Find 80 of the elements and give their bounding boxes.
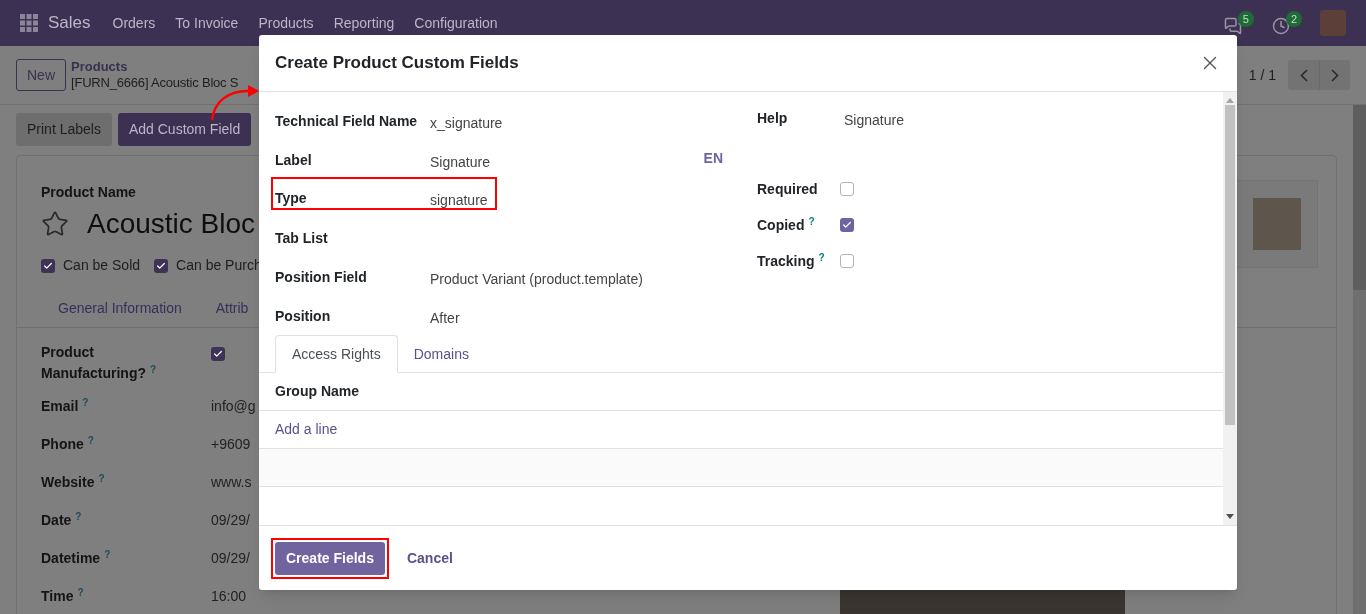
field-value[interactable]: After xyxy=(430,308,460,329)
create-fields-button[interactable]: Create Fields xyxy=(275,541,385,575)
field-value[interactable]: 16:00 xyxy=(211,586,247,614)
menu-item[interactable]: Products xyxy=(258,12,314,34)
field-label: Datetime $^{?}$ xyxy=(41,548,112,568)
dialog-title: Create Product Custom Fields xyxy=(275,52,519,75)
star-icon[interactable] xyxy=(41,210,69,238)
checkbox[interactable] xyxy=(840,218,854,232)
checkbox-label: Can be Sold xyxy=(63,256,141,275)
field-value[interactable]: www.s xyxy=(211,472,252,510)
checkmark-icon xyxy=(213,349,223,359)
field-label: Phone $^{?}$ xyxy=(41,434,95,454)
field-label: Website $^{?}$ xyxy=(41,472,106,492)
field-value[interactable]: 09/29/ xyxy=(211,548,250,586)
checkmark-icon xyxy=(156,260,167,271)
field-label: Type xyxy=(275,189,308,208)
field-value[interactable]: 09/29/ xyxy=(211,510,250,548)
checkbox[interactable] xyxy=(211,347,225,361)
field-value[interactable]: signature xyxy=(430,190,488,211)
menu-item[interactable]: Configuration xyxy=(414,12,498,34)
language-button[interactable]: EN xyxy=(703,148,723,169)
field-value[interactable]: x_signature xyxy=(430,113,503,134)
new-button[interactable]: New xyxy=(16,59,66,91)
checkbox[interactable] xyxy=(840,182,854,196)
field-label: Position xyxy=(275,307,332,326)
field-label: Tracking $^{?}$ xyxy=(757,250,826,271)
field-label: Date $^{?}$ xyxy=(41,510,83,530)
field-label: Email $^{?}$ xyxy=(41,396,90,416)
menu-item[interactable]: To Invoice xyxy=(175,12,239,34)
form-tab[interactable]: Attrib xyxy=(215,298,249,319)
cancel-button[interactable]: Cancel xyxy=(402,541,457,575)
message-count-badge: 5 xyxy=(1237,11,1254,27)
menu-item[interactable]: Orders xyxy=(112,12,156,34)
field-value[interactable]: Signature xyxy=(430,152,490,173)
product-name: Acoustic Bloc xyxy=(87,207,256,241)
chevron-left-icon xyxy=(1299,68,1308,82)
field-value[interactable]: info@g xyxy=(211,396,256,434)
checkbox[interactable] xyxy=(840,254,854,268)
field-label: Required xyxy=(757,179,819,199)
chat-icon[interactable] xyxy=(1223,17,1242,35)
breadcrumb-current: [FURN_6666] Acoustic Bloc S xyxy=(71,75,239,91)
action-button[interactable]: Print Labels xyxy=(16,113,112,146)
field-value[interactable]: +9609 xyxy=(211,434,251,472)
field-label: Position Field xyxy=(275,268,368,287)
field-label: Help xyxy=(757,109,789,128)
checkmark-icon xyxy=(842,220,852,230)
tooltip-mark[interactable]: ? xyxy=(818,251,825,263)
previous-button[interactable] xyxy=(1288,60,1319,90)
field-label: Product Name xyxy=(41,184,136,200)
form-tab[interactable]: General Information xyxy=(58,298,182,319)
field-label: Tab List xyxy=(275,229,329,248)
checkbox[interactable] xyxy=(154,258,169,273)
checkbox[interactable] xyxy=(41,258,55,273)
dialog-scrollbar[interactable] xyxy=(1223,92,1237,525)
breadcrumb-link[interactable]: Products xyxy=(71,59,239,75)
field-label: Product Manufacturing? $^{?}$ xyxy=(41,343,158,383)
pager-text: 1 / 1 xyxy=(1248,65,1276,85)
add-line-link[interactable]: Add a line xyxy=(275,419,338,440)
field-value[interactable]: Product Variant (product.template) xyxy=(430,269,643,290)
scroll-up-icon[interactable] xyxy=(1226,97,1234,103)
field-label: Technical Field Name xyxy=(275,112,419,131)
activity-count-badge: 2 xyxy=(1285,11,1302,27)
app-name[interactable]: Sales xyxy=(48,10,91,36)
column-header[interactable]: Group Name xyxy=(275,381,359,402)
dialog-tab[interactable]: Domains xyxy=(397,335,485,373)
scroll-down-icon[interactable] xyxy=(1226,514,1234,520)
tooltip-mark[interactable]: ? xyxy=(808,215,815,227)
field-value[interactable]: Signature xyxy=(844,110,904,171)
chevron-right-icon xyxy=(1331,68,1339,82)
page-scrollbar[interactable] xyxy=(1353,105,1366,614)
field-label: Time $^{?}$ xyxy=(41,586,85,606)
clock-icon[interactable] xyxy=(1271,17,1290,35)
field-label: Label xyxy=(275,151,313,170)
checkmark-icon xyxy=(43,260,53,271)
app-grid-icon[interactable] xyxy=(20,14,38,32)
dialog-tab[interactable]: Access Rights xyxy=(275,335,398,373)
action-button[interactable]: Add Custom Field xyxy=(117,113,252,146)
next-button[interactable] xyxy=(1319,60,1350,90)
field-label: Copied $^{?}$ xyxy=(757,214,816,235)
menu-item[interactable]: Reporting xyxy=(333,12,395,34)
